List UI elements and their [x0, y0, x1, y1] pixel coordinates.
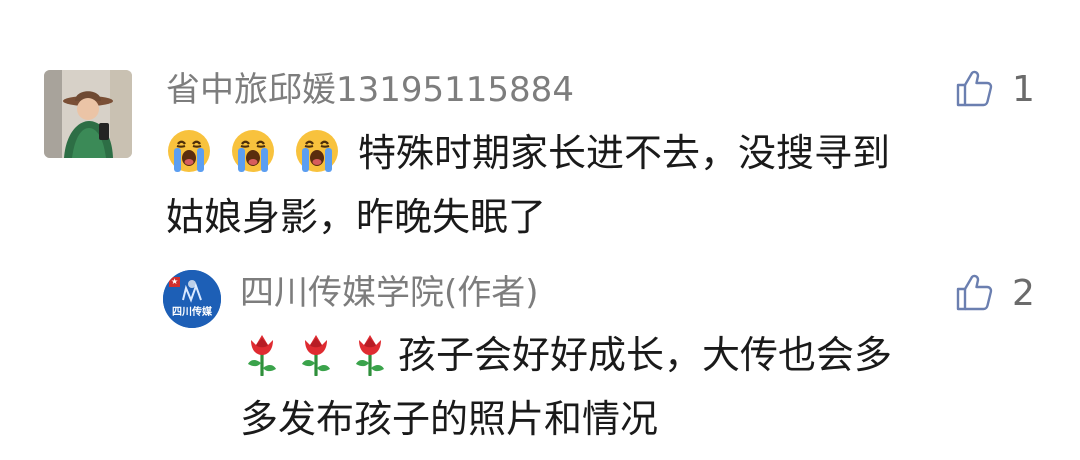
avatar[interactable]	[44, 70, 132, 158]
comment-text-line: 姑娘身影，昨晚失眠了	[166, 195, 547, 239]
reply-text: 孩子会好好成长，大传也会多 多发布孩子的照片和情况	[240, 327, 1030, 447]
crying-face-icon	[230, 128, 276, 189]
reply-text-line: 多发布孩子的照片和情况	[240, 397, 659, 441]
comment-author-name[interactable]: 省中旅邱媛13195115884	[166, 70, 574, 110]
thumbs-up-icon	[954, 68, 994, 112]
comment-text: 特殊时期家长进不去，没搜寻到 姑娘身影，昨晚失眠了	[166, 125, 1026, 245]
like-button[interactable]: 2	[954, 272, 1035, 316]
reply-text-line: 孩子会好好成长，大传也会多	[398, 333, 893, 377]
like-count: 2	[1012, 273, 1035, 314]
rose-icon	[294, 330, 338, 391]
author-logo-text: 四川传媒	[172, 307, 212, 318]
crying-face-icon	[166, 128, 212, 189]
rose-icon	[240, 330, 284, 391]
thumbs-up-icon	[954, 272, 994, 316]
crying-face-icon	[294, 128, 340, 189]
logo-badge: ★	[169, 277, 181, 287]
like-button[interactable]: 1	[954, 68, 1035, 112]
like-count: 1	[1012, 69, 1035, 110]
author-name[interactable]: 四川传媒学院(作者)	[240, 273, 539, 313]
rose-icon	[348, 330, 392, 391]
author-avatar[interactable]: ★ 四川传媒	[163, 270, 221, 328]
comment-text-line: 特殊时期家长进不去，没搜寻到	[358, 131, 891, 175]
